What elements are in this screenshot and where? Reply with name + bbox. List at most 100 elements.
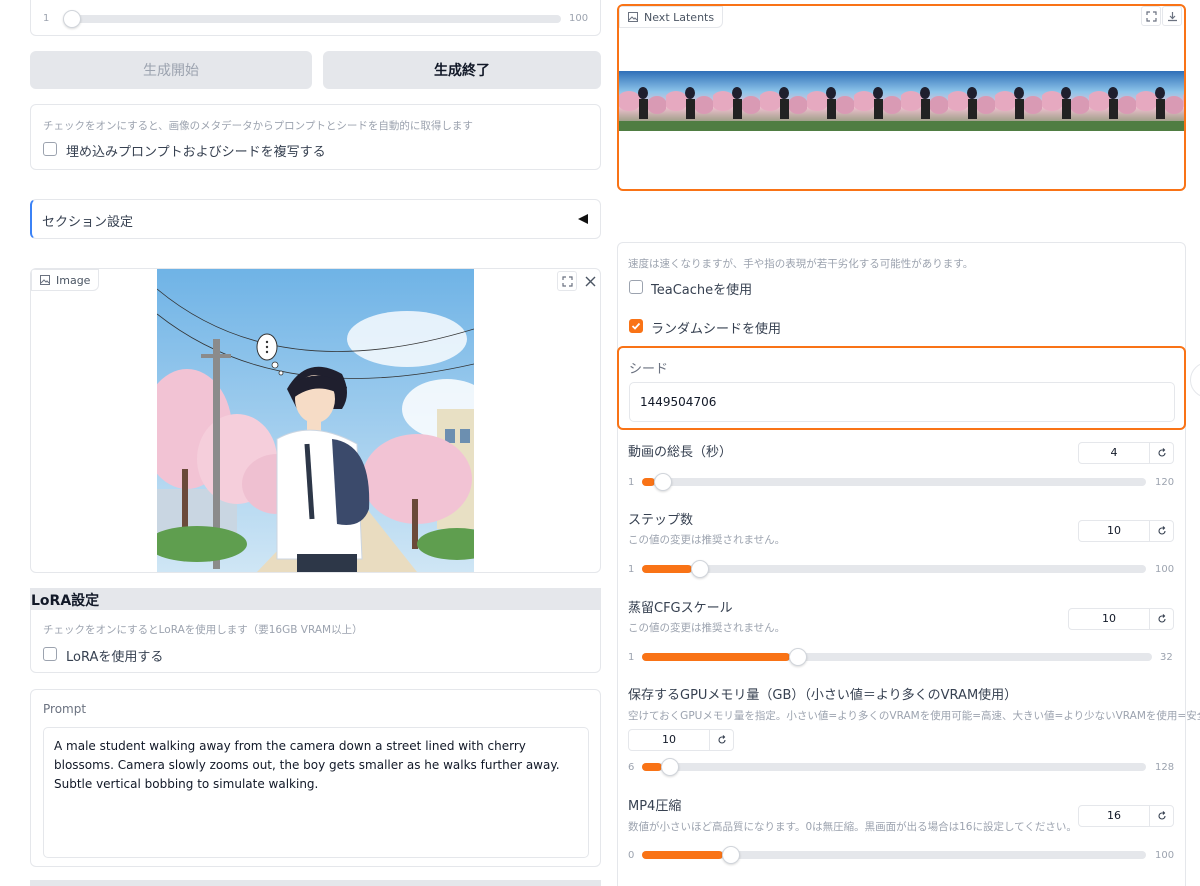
collapse-arrow-icon[interactable] bbox=[577, 213, 589, 225]
metadata-note: チェックをオンにすると、画像のメタデータからプロンプトとシードを自動的に取得しま… bbox=[43, 120, 473, 132]
lora-header-bar bbox=[30, 588, 601, 609]
steps-slider[interactable] bbox=[642, 560, 1146, 578]
duration-slider[interactable] bbox=[642, 473, 1146, 491]
mp4-slider-knob[interactable] bbox=[722, 846, 740, 864]
random-seed-checkbox[interactable] bbox=[629, 319, 643, 333]
fullscreen-icon bbox=[1145, 10, 1157, 22]
lora-header: LoRA設定 bbox=[31, 593, 100, 609]
mp4-slider[interactable] bbox=[642, 846, 1146, 864]
mp4-value[interactable]: 16 bbox=[1079, 806, 1149, 826]
cfg-reset-button[interactable] bbox=[1149, 609, 1173, 629]
end-generation-button[interactable]: 生成終了 bbox=[323, 51, 601, 89]
duration-max: 120 bbox=[1155, 477, 1175, 488]
duration-input[interactable]: 4 bbox=[1078, 442, 1174, 464]
seed-label: シード bbox=[629, 362, 669, 377]
reset-icon bbox=[717, 735, 726, 744]
image-tag: Image bbox=[31, 269, 100, 291]
side-scroll-handle[interactable] bbox=[1190, 362, 1200, 398]
steps-max: 100 bbox=[1155, 564, 1175, 575]
steps-min: 1 bbox=[628, 564, 635, 575]
duration-reset-button[interactable] bbox=[1149, 443, 1173, 463]
prompt-label: Prompt bbox=[43, 702, 87, 716]
steps-value[interactable]: 10 bbox=[1079, 521, 1149, 541]
cfg-slider-fill bbox=[642, 653, 790, 661]
metadata-checkbox-label: 埋め込みプロンプトおよびシードを複写する bbox=[66, 145, 326, 160]
mp4-label: MP4圧縮 bbox=[628, 799, 682, 814]
image-close-button[interactable] bbox=[580, 271, 600, 291]
reset-icon bbox=[1157, 526, 1166, 535]
lora-checkbox[interactable] bbox=[43, 647, 57, 661]
close-icon bbox=[585, 276, 595, 286]
cfg-note: この値の変更は推奨されません。 bbox=[628, 622, 786, 634]
seed-input[interactable]: 1449504706 bbox=[629, 382, 1175, 422]
gpu-mem-min: 6 bbox=[628, 762, 635, 773]
mp4-min: 0 bbox=[628, 850, 635, 861]
cfg-input[interactable]: 10 bbox=[1068, 608, 1174, 630]
duration-value[interactable]: 4 bbox=[1079, 443, 1149, 463]
seed-panel: シード 1449504706 bbox=[617, 346, 1186, 430]
latents-download-button[interactable] bbox=[1162, 6, 1182, 26]
teacache-note: 速度は速くなりますが、手や指の表現が若干劣化する可能性があります。 bbox=[628, 258, 974, 270]
image-icon bbox=[628, 12, 638, 22]
duration-slider-knob[interactable] bbox=[654, 473, 672, 491]
steps-label: ステップ数 bbox=[628, 513, 694, 528]
next-section-bar bbox=[30, 880, 601, 886]
image-tag-label: Image bbox=[56, 273, 91, 287]
image-fullscreen-button[interactable] bbox=[557, 271, 577, 291]
top-slider[interactable] bbox=[63, 10, 561, 28]
check-icon bbox=[631, 322, 641, 330]
metadata-panel: チェックをオンにすると、画像のメタデータからプロンプトとシードを自動的に取得しま… bbox=[30, 104, 601, 170]
gpu-mem-slider[interactable] bbox=[642, 758, 1146, 776]
next-latents-panel: Next Latents bbox=[617, 4, 1186, 191]
random-seed-label: ランダムシードを使用 bbox=[651, 322, 782, 337]
gpu-mem-value[interactable]: 10 bbox=[629, 730, 709, 750]
cfg-slider-knob[interactable] bbox=[789, 648, 807, 666]
mp4-slider-fill bbox=[642, 851, 723, 859]
cfg-label: 蒸留CFGスケール bbox=[628, 601, 733, 616]
uploaded-anime-image bbox=[157, 269, 474, 572]
steps-reset-button[interactable] bbox=[1149, 521, 1173, 541]
mp4-reset-button[interactable] bbox=[1149, 806, 1173, 826]
image-icon bbox=[40, 275, 50, 285]
next-latents-tag: Next Latents bbox=[619, 6, 724, 28]
lora-note: チェックをオンにするとLoRAを使用します（要16GB VRAM以上） bbox=[43, 624, 363, 636]
mp4-max: 100 bbox=[1155, 850, 1175, 861]
download-icon bbox=[1167, 11, 1177, 21]
gpu-mem-reset-button[interactable] bbox=[709, 730, 733, 750]
gpu-mem-note: 空けておくGPUメモリ量を指定。小さい値=より多くのVRAMを使用可能=高速、大… bbox=[628, 710, 1200, 722]
latents-fullscreen-button[interactable] bbox=[1141, 6, 1161, 26]
duration-min: 1 bbox=[628, 477, 635, 488]
cfg-min: 1 bbox=[628, 652, 635, 663]
cfg-slider[interactable] bbox=[642, 648, 1152, 666]
lora-checkbox-label: LoRAを使用する bbox=[66, 650, 164, 665]
latent-frames-strip bbox=[619, 71, 1184, 131]
cfg-value[interactable]: 10 bbox=[1069, 609, 1149, 629]
gpu-mem-label: 保存するGPUメモリ量（GB）（小さい値＝より多くのVRAM使用） bbox=[628, 688, 1018, 703]
teacache-label: TeaCacheを使用 bbox=[651, 283, 753, 298]
steps-slider-fill bbox=[642, 565, 692, 573]
lora-panel: チェックをオンにするとLoRAを使用します（要16GB VRAM以上） LoRA… bbox=[30, 609, 601, 673]
gpu-mem-slider-fill bbox=[642, 763, 662, 771]
steps-input[interactable]: 10 bbox=[1078, 520, 1174, 542]
gpu-mem-input[interactable]: 10 bbox=[628, 729, 734, 751]
steps-slider-knob[interactable] bbox=[691, 560, 709, 578]
steps-note: この値の変更は推奨されません。 bbox=[628, 534, 786, 546]
reset-icon bbox=[1157, 811, 1166, 820]
gpu-mem-slider-knob[interactable] bbox=[661, 758, 679, 776]
top-slider-max: 100 bbox=[569, 13, 589, 24]
start-generation-button[interactable]: 生成開始 bbox=[30, 51, 312, 89]
metadata-checkbox[interactable] bbox=[43, 142, 57, 156]
cfg-max: 32 bbox=[1160, 652, 1173, 663]
top-slider-knob[interactable] bbox=[63, 10, 81, 28]
prompt-textarea[interactable]: A male student walking away from the cam… bbox=[43, 727, 589, 858]
gpu-mem-max: 128 bbox=[1155, 762, 1175, 773]
prompt-panel: Prompt A male student walking away from … bbox=[30, 689, 601, 867]
mp4-input[interactable]: 16 bbox=[1078, 805, 1174, 827]
duration-label: 動画の総長（秒） bbox=[628, 445, 733, 460]
top-slider-panel: 1 100 bbox=[30, 0, 601, 36]
teacache-checkbox[interactable] bbox=[629, 280, 643, 294]
image-panel: Image bbox=[30, 268, 601, 573]
section-settings-accordion[interactable]: セクション設定 bbox=[30, 199, 601, 239]
fullscreen-icon bbox=[561, 275, 573, 287]
reset-icon bbox=[1157, 448, 1166, 457]
